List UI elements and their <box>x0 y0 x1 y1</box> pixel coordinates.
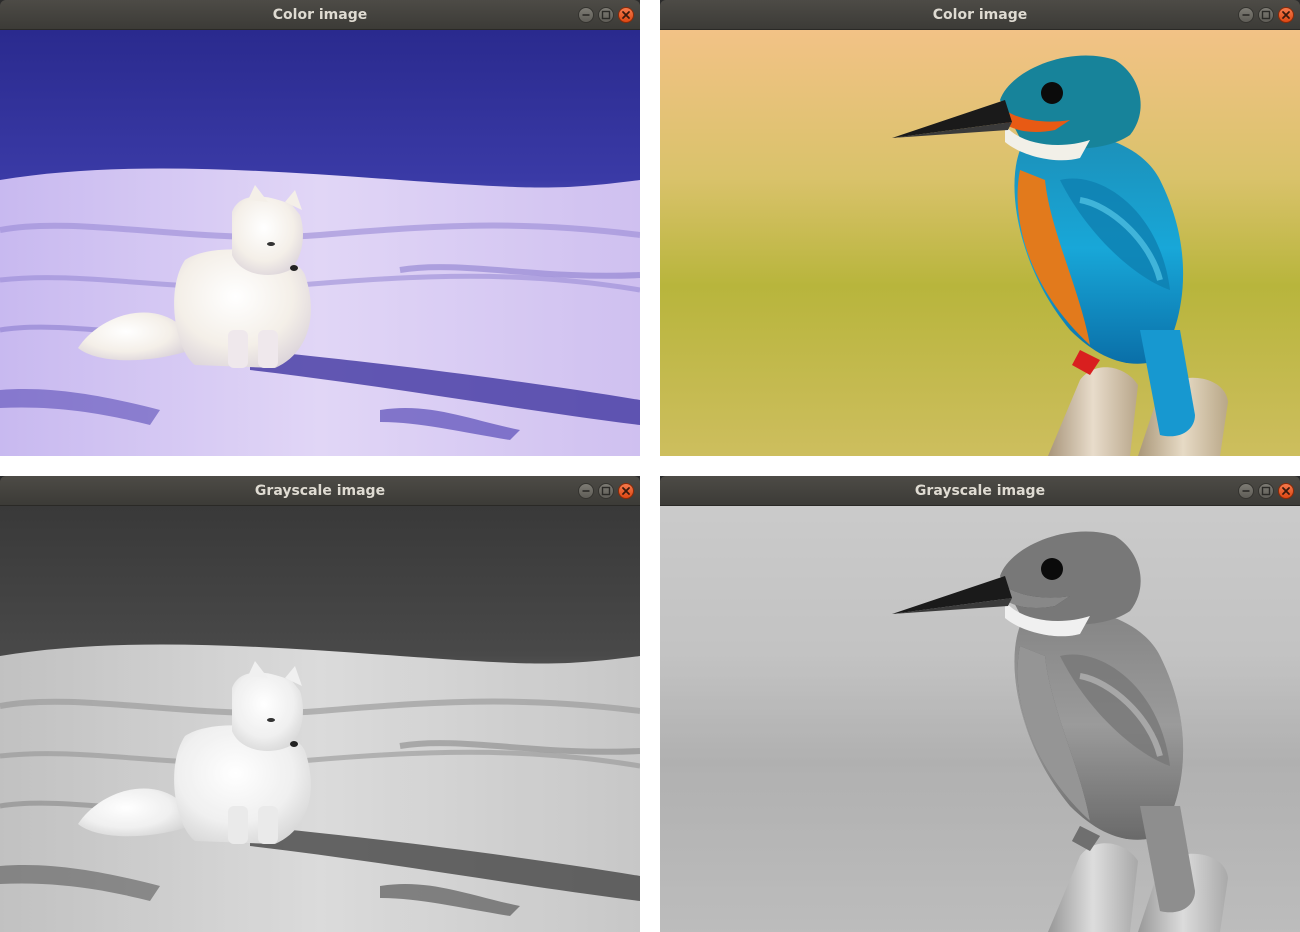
close-button[interactable] <box>1278 483 1294 499</box>
minimize-button[interactable] <box>1238 7 1254 23</box>
titlebar[interactable]: Color image <box>660 0 1300 30</box>
color-image-window-kingfisher: Color image <box>660 0 1300 456</box>
minimize-icon <box>582 14 590 16</box>
titlebar[interactable]: Color image <box>0 0 640 30</box>
titlebar[interactable]: Grayscale image <box>0 476 640 506</box>
grayscale-image-window-kingfisher: Grayscale image <box>660 476 1300 932</box>
window-title: Color image <box>272 7 368 23</box>
minimize-button[interactable] <box>578 483 594 499</box>
image-canvas <box>660 506 1300 932</box>
grayscale-image-window-fox: Grayscale image <box>0 476 640 932</box>
maximize-icon <box>1261 486 1271 496</box>
kingfisher-photo <box>660 30 1300 456</box>
minimize-icon <box>582 490 590 492</box>
window-title: Color image <box>932 7 1028 23</box>
minimize-button[interactable] <box>578 7 594 23</box>
maximize-icon <box>1261 10 1271 20</box>
maximize-button[interactable] <box>598 483 614 499</box>
close-button[interactable] <box>618 483 634 499</box>
maximize-icon <box>601 486 611 496</box>
close-button[interactable] <box>1278 7 1294 23</box>
image-canvas <box>0 30 640 456</box>
window-title: Grayscale image <box>914 483 1046 499</box>
close-icon <box>1282 487 1290 495</box>
maximize-button[interactable] <box>598 7 614 23</box>
image-canvas <box>0 506 640 932</box>
minimize-icon <box>1242 14 1250 16</box>
close-icon <box>1282 11 1290 19</box>
arctic-fox-photo-grayscale <box>0 506 640 932</box>
arctic-fox-photo <box>0 30 640 456</box>
maximize-icon <box>601 10 611 20</box>
image-canvas <box>660 30 1300 456</box>
color-image-window-fox: Color image <box>0 0 640 456</box>
minimize-button[interactable] <box>1238 483 1254 499</box>
close-icon <box>622 11 630 19</box>
titlebar[interactable]: Grayscale image <box>660 476 1300 506</box>
maximize-button[interactable] <box>1258 7 1274 23</box>
window-title: Grayscale image <box>254 483 386 499</box>
close-button[interactable] <box>618 7 634 23</box>
maximize-button[interactable] <box>1258 483 1274 499</box>
close-icon <box>622 487 630 495</box>
minimize-icon <box>1242 490 1250 492</box>
kingfisher-photo-grayscale <box>660 506 1300 932</box>
